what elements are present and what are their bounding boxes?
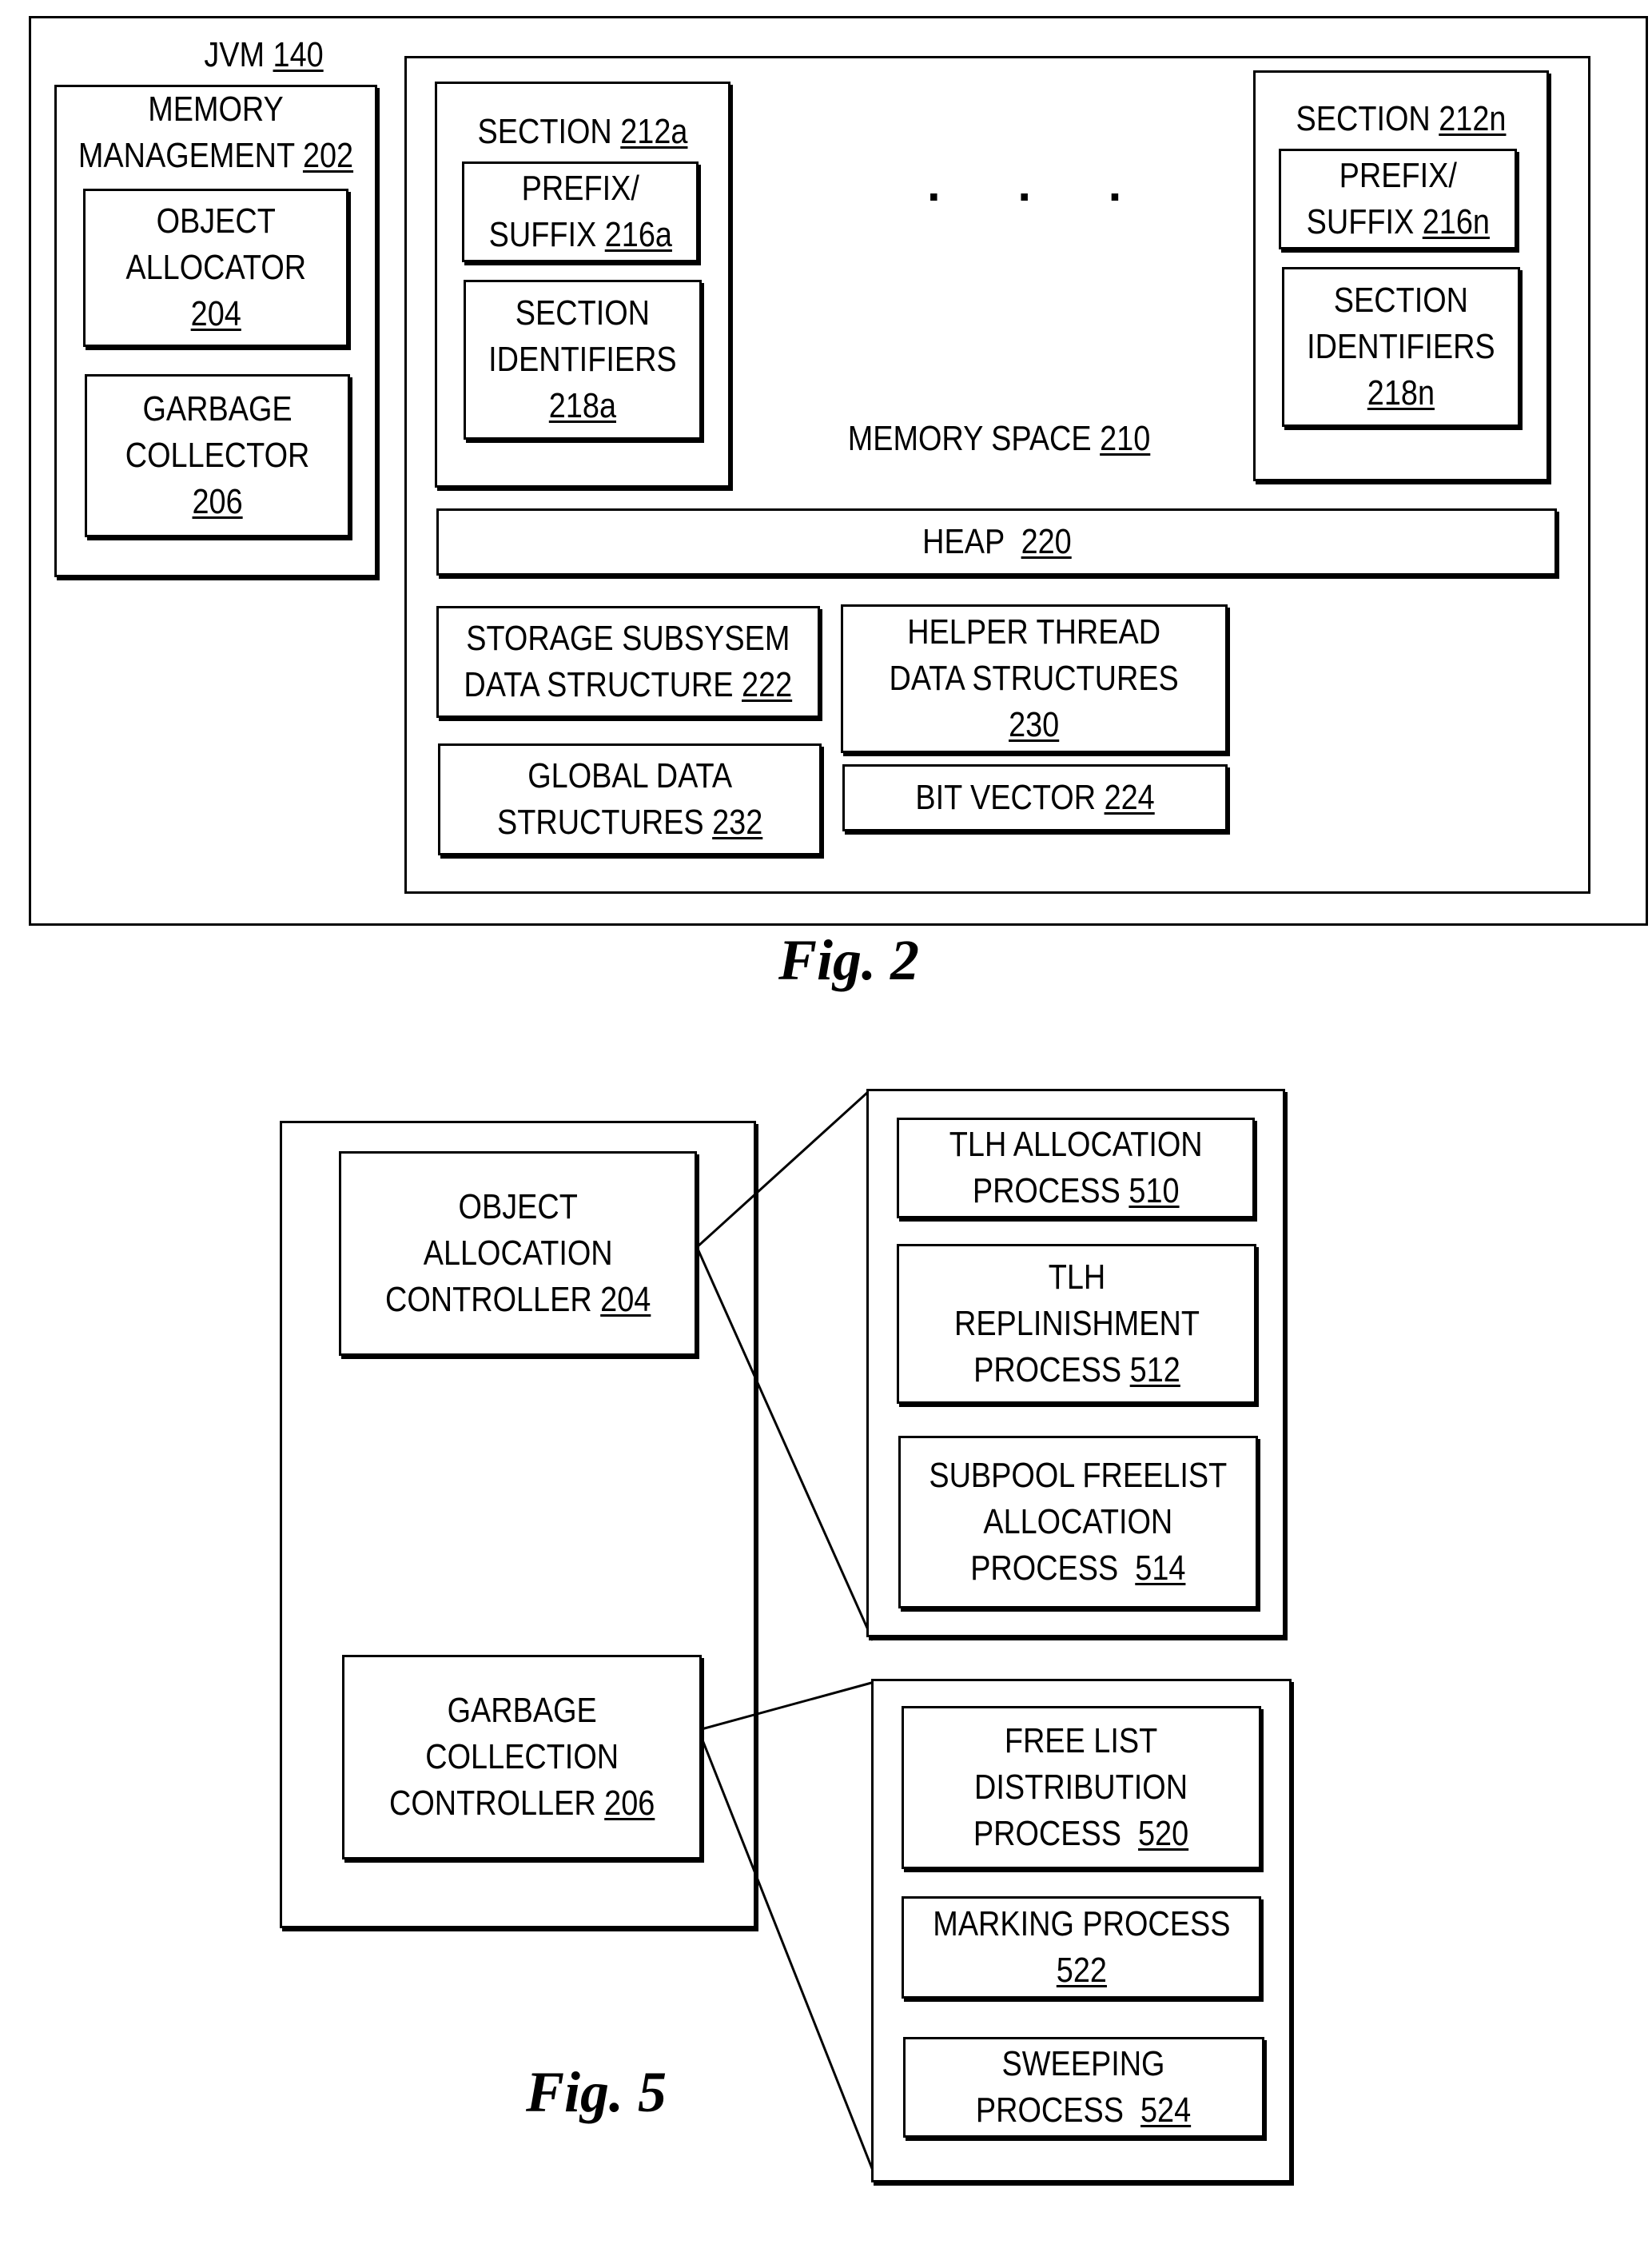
- subpool-freelist-ref: 514: [1135, 1549, 1186, 1588]
- connector-lines: [695, 1090, 879, 2183]
- oac-ref: 204: [599, 1280, 651, 1319]
- marking-process-box: MARKING PROCESS 522: [902, 1896, 1261, 1999]
- marking-ref: 522: [1056, 1951, 1107, 1990]
- gcc-line1: GARBAGE: [447, 1691, 597, 1730]
- tlh-allocation-ref: 510: [1129, 1171, 1180, 1210]
- oac-line2: ALLOCATION: [423, 1234, 613, 1273]
- free-list-line1: FREE LIST: [1005, 1721, 1158, 1760]
- gcc-line2: COLLECTION: [425, 1737, 619, 1776]
- oac-line3: CONTROLLER: [384, 1280, 600, 1319]
- tlh-replenishment-box: TLH REPLINISHMENT PROCESS 512: [897, 1244, 1256, 1404]
- subpool-freelist-line3: PROCESS: [970, 1549, 1136, 1588]
- garbage-collection-controller-box: GARBAGE COLLECTION CONTROLLER 206: [342, 1655, 702, 1859]
- sweeping-line1: SWEEPING: [1002, 2044, 1165, 2083]
- fig5-caption: Fig. 5: [526, 2060, 667, 2124]
- sweeping-line2: PROCESS: [976, 2091, 1141, 2130]
- tlh-allocation-line1: TLH ALLOCATION: [949, 1125, 1203, 1164]
- gcc-line3: CONTROLLER: [388, 1784, 604, 1823]
- free-list-distribution-box: FREE LIST DISTRIBUTION PROCESS 520: [902, 1706, 1261, 1869]
- oac-line1: OBJECT: [458, 1187, 578, 1226]
- free-list-line2: DISTRIBUTION: [974, 1768, 1188, 1807]
- tlh-allocation-box: TLH ALLOCATION PROCESS 510: [897, 1118, 1255, 1218]
- free-list-line3: PROCESS: [973, 1814, 1139, 1853]
- object-allocation-controller-box: OBJECT ALLOCATION CONTROLLER 204: [339, 1151, 697, 1356]
- gcc-ref: 206: [603, 1784, 655, 1823]
- tlh-replenishment-line3: PROCESS: [973, 1350, 1130, 1389]
- subpool-freelist-box: SUBPOOL FREELIST ALLOCATION PROCESS 514: [898, 1436, 1258, 1608]
- marking-line1: MARKING PROCESS: [932, 1904, 1231, 1943]
- tlh-replenishment-ref: 512: [1129, 1350, 1180, 1389]
- sweeping-process-box: SWEEPING PROCESS 524: [903, 2037, 1264, 2138]
- tlh-replenishment-line2: REPLINISHMENT: [953, 1304, 1200, 1343]
- tlh-replenishment-line1: TLH: [1048, 1258, 1105, 1297]
- tlh-allocation-line2: PROCESS: [972, 1171, 1129, 1210]
- sweeping-ref: 524: [1140, 2091, 1192, 2130]
- subpool-freelist-line2: ALLOCATION: [983, 1502, 1173, 1541]
- subpool-freelist-line1: SUBPOOL FREELIST: [929, 1456, 1228, 1495]
- free-list-ref: 520: [1138, 1814, 1189, 1853]
